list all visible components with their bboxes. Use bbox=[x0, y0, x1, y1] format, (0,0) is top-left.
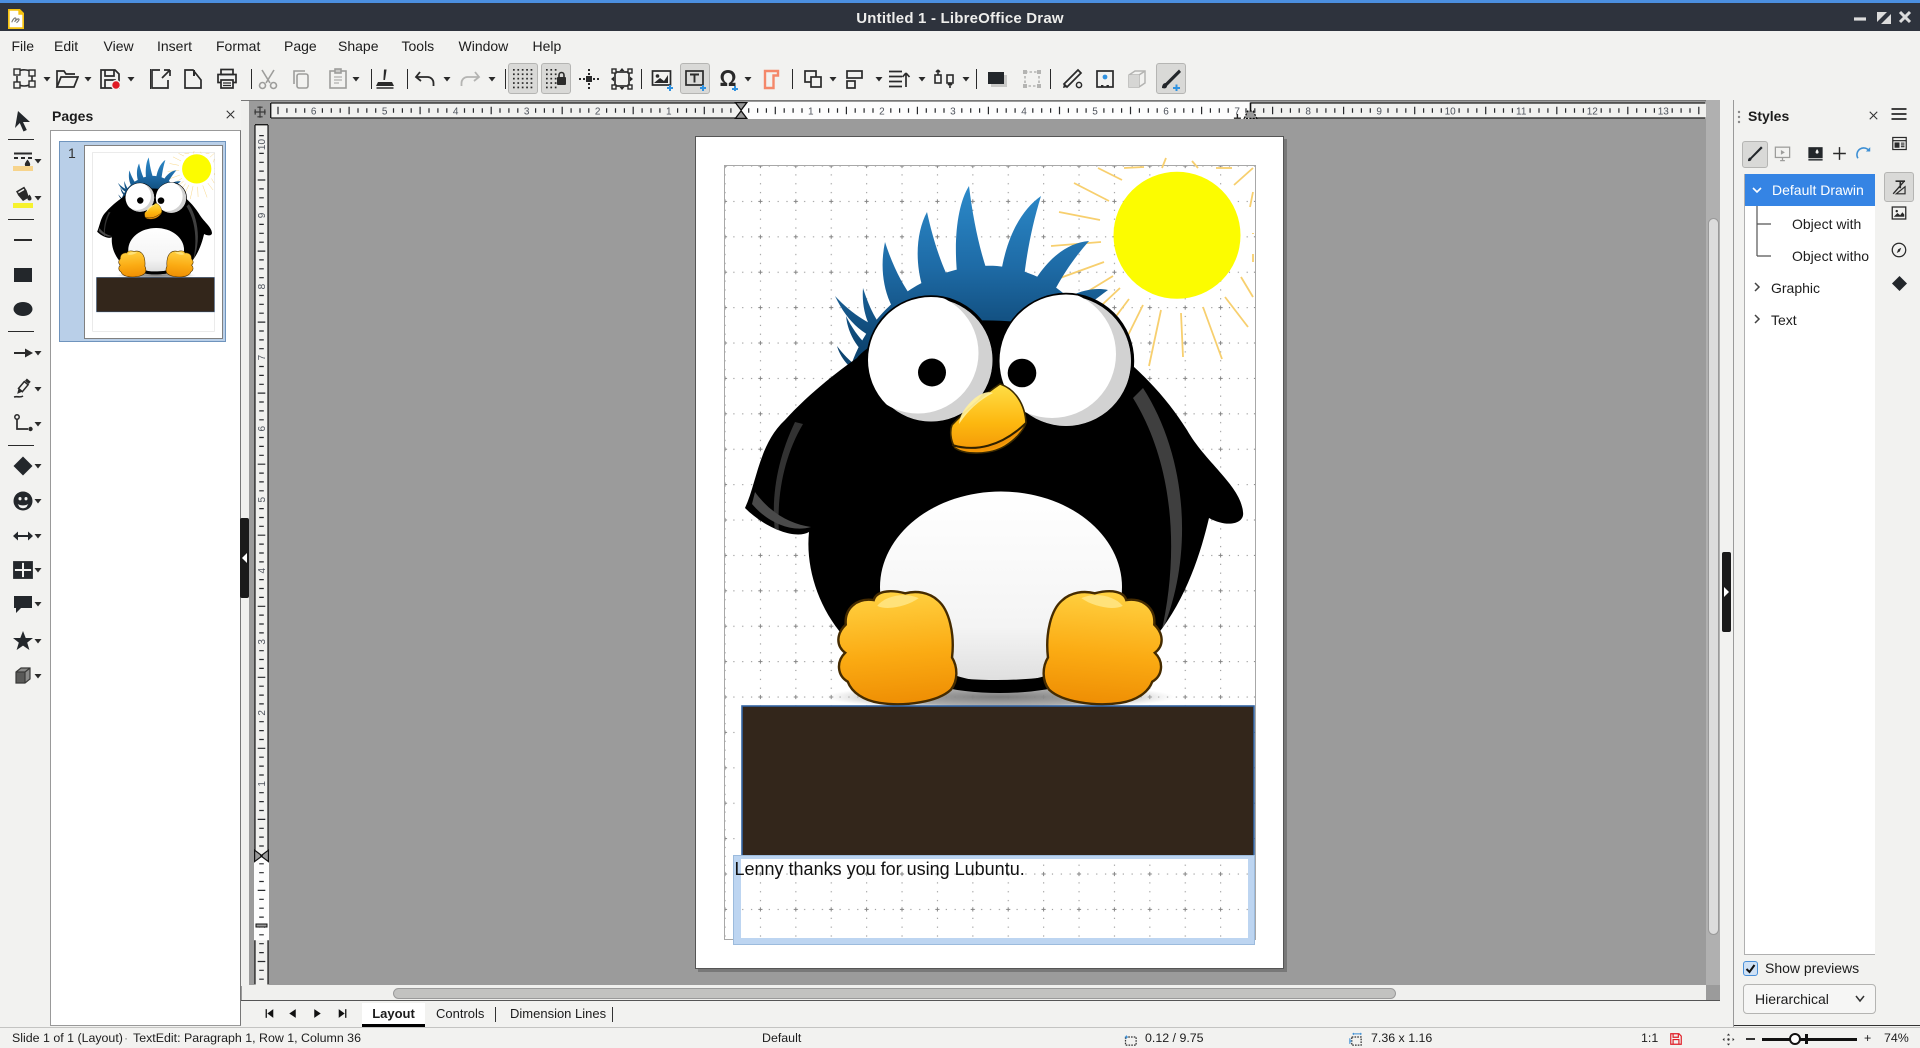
svg-text:13: 13 bbox=[1657, 106, 1669, 117]
svg-text:5: 5 bbox=[381, 106, 387, 117]
svg-text:4: 4 bbox=[257, 567, 268, 573]
svg-text:7: 7 bbox=[257, 354, 268, 360]
svg-text:3: 3 bbox=[257, 639, 268, 645]
svg-text:6: 6 bbox=[1163, 106, 1169, 117]
svg-text:2: 2 bbox=[879, 106, 885, 117]
svg-text:8: 8 bbox=[257, 283, 268, 289]
svg-text:9: 9 bbox=[257, 212, 268, 218]
svg-text:9: 9 bbox=[1376, 106, 1382, 117]
svg-text:12: 12 bbox=[1586, 106, 1598, 117]
svg-text:2: 2 bbox=[594, 106, 600, 117]
svg-text:5: 5 bbox=[1092, 106, 1098, 117]
svg-text:10: 10 bbox=[1444, 106, 1456, 117]
svg-text:11: 11 bbox=[1516, 106, 1527, 117]
svg-text:6: 6 bbox=[257, 425, 268, 431]
svg-text:3: 3 bbox=[523, 106, 529, 117]
svg-text:8: 8 bbox=[1305, 106, 1311, 117]
svg-text:1: 1 bbox=[808, 106, 814, 117]
svg-text:4: 4 bbox=[1021, 106, 1027, 117]
svg-text:4: 4 bbox=[452, 106, 458, 117]
svg-text:10: 10 bbox=[257, 139, 268, 151]
svg-text:5: 5 bbox=[257, 496, 268, 502]
svg-text:6: 6 bbox=[310, 106, 316, 117]
svg-text:1: 1 bbox=[257, 781, 268, 787]
svg-text:1: 1 bbox=[666, 106, 672, 117]
svg-text:2: 2 bbox=[257, 710, 268, 716]
svg-text:3: 3 bbox=[950, 106, 956, 117]
